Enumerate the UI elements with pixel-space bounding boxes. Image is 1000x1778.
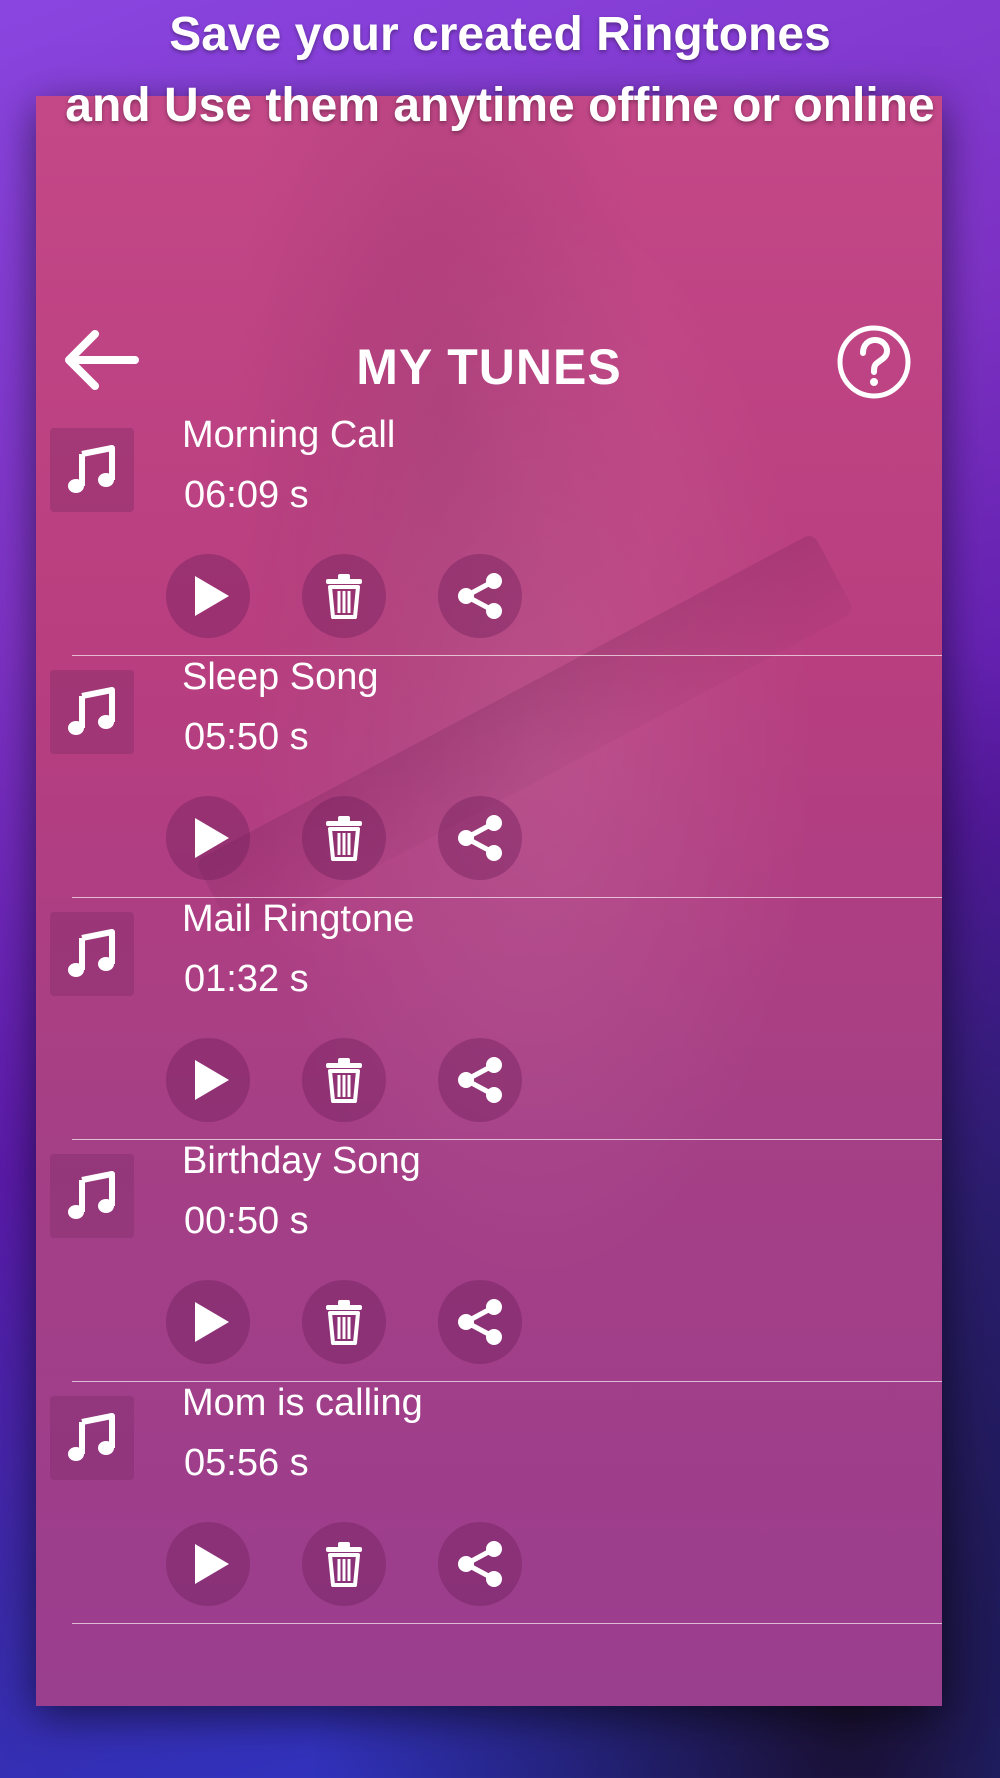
promo-banner: Save your created Ringtones and Use them… [0, 0, 1000, 142]
app-screen: MY TUNES Morning Call 06:09 s Sleep Song 05… [36, 96, 942, 1706]
share-icon [456, 1539, 504, 1589]
tune-duration: 01:32 s [184, 958, 309, 1000]
tune-duration: 05:50 s [184, 716, 309, 758]
music-note-icon [50, 1154, 134, 1238]
tune-name: Mom is calling [182, 1382, 423, 1424]
music-note-icon [50, 428, 134, 512]
promo-line-2: and Use them anytime offine or online [65, 79, 935, 132]
tune-duration: 06:09 s [184, 474, 309, 516]
music-note-icon [50, 670, 134, 754]
list-item[interactable]: Mail Ringtone 01:32 s [36, 806, 942, 1140]
tune-name: Mail Ringtone [182, 898, 415, 940]
tune-duration: 05:56 s [184, 1442, 309, 1484]
play-button[interactable] [166, 1522, 250, 1606]
promo-line-1: Save your created Ringtones [169, 8, 831, 61]
music-note-icon [50, 1396, 134, 1480]
trash-icon [324, 1541, 364, 1587]
delete-button[interactable] [302, 1522, 386, 1606]
list-item[interactable]: Mom is calling 05:56 s [36, 1290, 942, 1624]
tune-name: Sleep Song [182, 656, 379, 698]
tune-duration: 00:50 s [184, 1200, 309, 1242]
music-note-icon [50, 912, 134, 996]
tune-name: Birthday Song [182, 1140, 421, 1182]
list-item[interactable]: Sleep Song 05:50 s [36, 564, 942, 898]
list-item[interactable]: Birthday Song 00:50 s [36, 1048, 942, 1382]
share-button[interactable] [438, 1522, 522, 1606]
tune-name: Morning Call [182, 414, 396, 456]
list-item[interactable]: Morning Call 06:09 s [36, 322, 942, 656]
divider [72, 1623, 942, 1624]
play-icon [191, 1542, 231, 1586]
